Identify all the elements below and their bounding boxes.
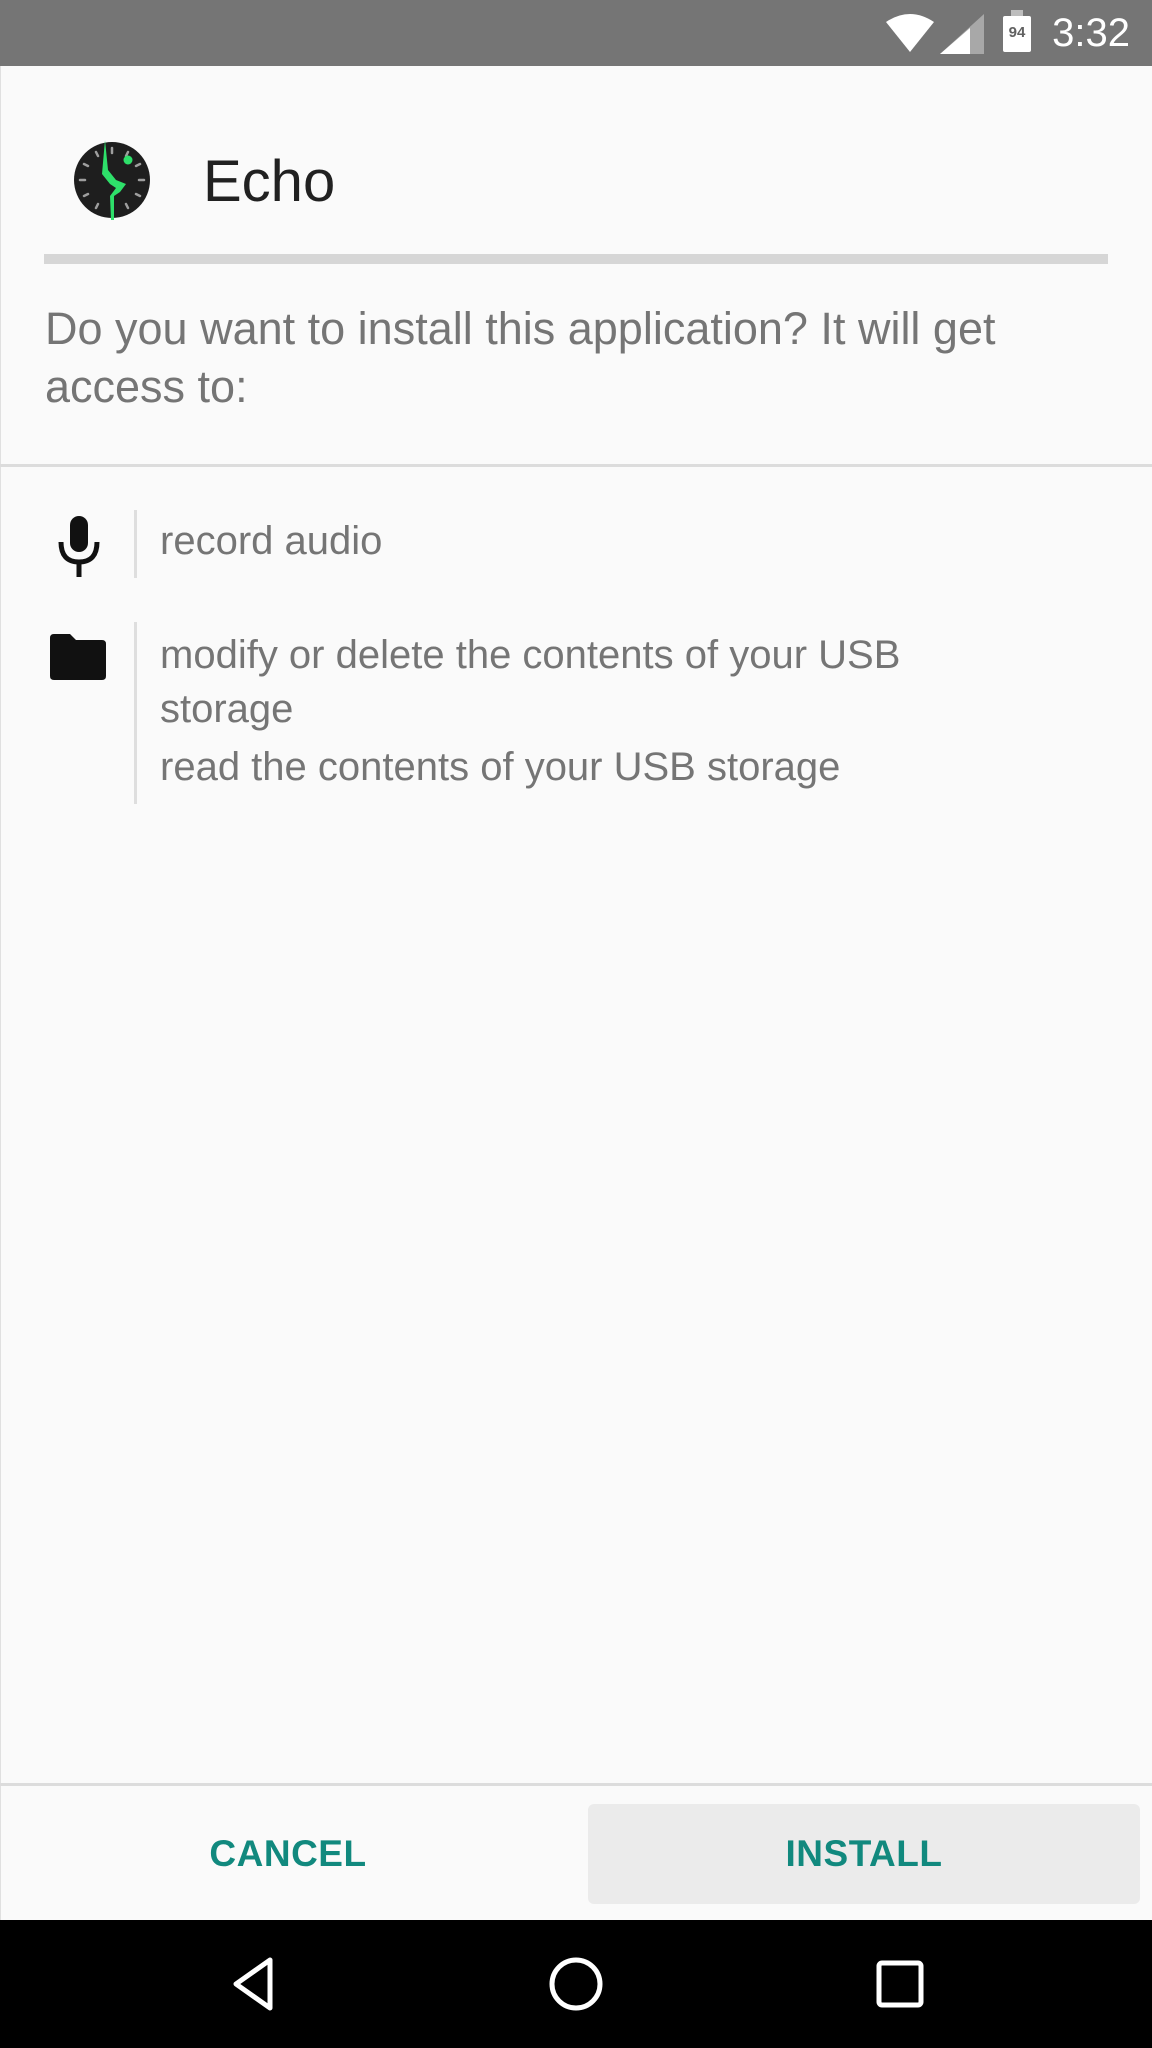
cancel-button[interactable]: CANCEL [8, 1804, 568, 1904]
install-question: Do you want to install this application?… [45, 303, 996, 412]
clock: 3:32 [1052, 11, 1130, 55]
progress-bar [44, 254, 1108, 264]
permission-item: modify or delete the contents of your US… [160, 633, 901, 731]
home-button[interactable] [536, 1944, 616, 2024]
back-button[interactable] [214, 1944, 294, 2024]
battery-level: 94 [1008, 24, 1026, 41]
battery-icon: 94 [1003, 10, 1031, 52]
back-icon [233, 1957, 273, 2011]
app-name: Echo [203, 149, 336, 214]
divider [0, 464, 1152, 467]
home-icon [549, 1957, 603, 2011]
permission-rule [134, 510, 137, 578]
permission-group-microphone: record audio [0, 510, 1152, 590]
permission-rule [134, 622, 137, 804]
permission-item: read the contents of your USB storage [160, 745, 841, 789]
echo-app-icon [74, 140, 150, 220]
window-edge [0, 66, 1, 1920]
wifi-icon [886, 14, 934, 52]
recents-button[interactable] [860, 1944, 940, 2024]
microphone-icon [58, 516, 100, 577]
folder-icon [50, 634, 106, 680]
recents-icon [876, 1960, 924, 2008]
cell-signal-icon [940, 14, 984, 54]
permission-group-storage: modify or delete the contents of your US… [0, 622, 1152, 812]
navigation-bar [0, 1920, 1152, 2048]
permission-item: record audio [160, 519, 383, 563]
install-button[interactable]: INSTALL [588, 1804, 1140, 1904]
divider [0, 1783, 1152, 1786]
status-bar: 94 3:32 [0, 0, 1152, 66]
